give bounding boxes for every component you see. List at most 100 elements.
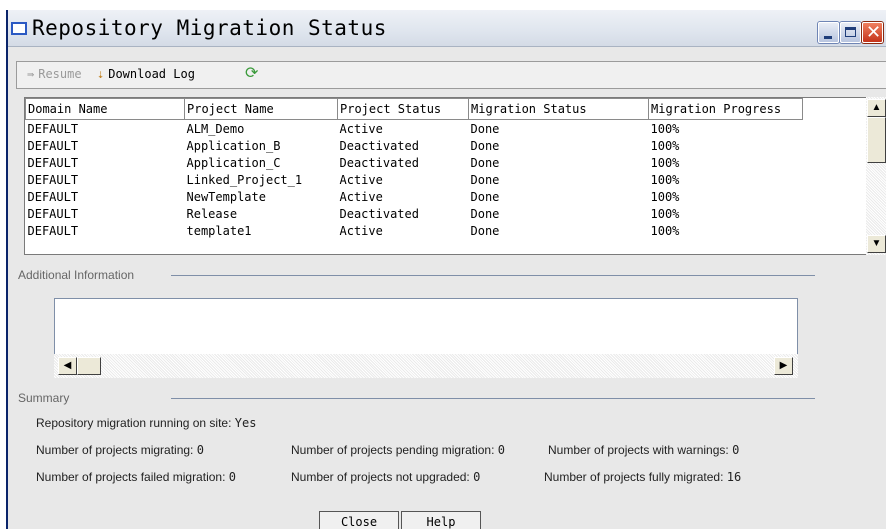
arrow-up-icon: ▲	[871, 102, 882, 113]
running-value: Yes	[234, 416, 257, 430]
cell-migration-status: Done	[470, 223, 500, 238]
arrow-down-icon: ▼	[871, 238, 882, 249]
cell-project-status: Active	[339, 223, 383, 238]
not-upgraded-label: Number of projects not upgraded:	[291, 470, 470, 484]
column-header-project[interactable]: Project Name	[184, 98, 338, 120]
horizontal-scroll-thumb[interactable]	[77, 357, 101, 375]
info-horizontal-scrollbar[interactable]: ◀ ▶	[54, 354, 798, 378]
cell-domain: DEFAULT	[27, 223, 79, 238]
window-title: Repository Migration Status	[32, 16, 387, 40]
cell-progress: 100%	[650, 155, 680, 170]
scroll-thumb[interactable]	[867, 117, 886, 163]
fully-migrated-value: 16	[726, 470, 742, 484]
migrating-value: 0	[196, 443, 204, 457]
toolbar: ⇛ Resume ⇣ Download Log ⟳	[16, 61, 886, 89]
projects-with-warnings: Number of projects with warnings: 0	[548, 443, 739, 457]
cell-project-status: Active	[339, 121, 383, 136]
cell-project: template1	[186, 223, 252, 238]
cell-migration-status: Done	[470, 138, 500, 153]
cell-domain: DEFAULT	[27, 155, 79, 170]
migrating-label: Number of projects migrating:	[36, 443, 194, 457]
projects-pending: Number of projects pending migration: 0	[291, 443, 505, 457]
cell-progress: 100%	[650, 189, 680, 204]
additional-info-divider	[171, 275, 815, 276]
cell-project-status: Active	[339, 172, 383, 187]
cell-progress: 100%	[650, 172, 680, 187]
cell-progress: 100%	[650, 138, 680, 153]
cell-migration-status: Done	[470, 155, 500, 170]
download-log-button[interactable]: ⇣ Download Log	[97, 67, 195, 81]
column-header-migration-status[interactable]: Migration Status	[468, 98, 649, 120]
cell-project: Release	[186, 206, 238, 221]
table-row[interactable]: DEFAULT Application_C Deactivated Done 100%	[26, 154, 803, 171]
failed-value: 0	[228, 470, 236, 484]
cell-migration-status: Done	[470, 189, 500, 204]
column-header-domain[interactable]: Domain Name	[25, 98, 185, 120]
column-header-migration-progress[interactable]: Migration Progress	[648, 98, 803, 120]
projects-table: Domain Name Project Name Project Status …	[24, 97, 886, 255]
table-header-row: Domain Name Project Name Project Status …	[25, 98, 803, 120]
projects-fully-migrated: Number of projects fully migrated: 16	[544, 470, 741, 484]
cell-domain: DEFAULT	[27, 206, 79, 221]
cell-domain: DEFAULT	[27, 121, 79, 136]
cell-project: Application_B	[186, 138, 281, 153]
cell-project-status: Active	[339, 189, 383, 204]
scroll-up-button[interactable]: ▲	[867, 99, 886, 117]
cell-project-status: Deactivated	[339, 138, 419, 153]
fully-migrated-label: Number of projects fully migrated:	[544, 470, 724, 484]
migration-status-window: Repository Migration Status ✕ ⇛ Resume ⇣ D…	[6, 10, 886, 529]
close-icon: ✕	[866, 22, 882, 43]
running-on-site: Repository migration running on site: Ye…	[36, 416, 256, 430]
scroll-right-button[interactable]: ▶	[774, 357, 793, 375]
warnings-value: 0	[732, 443, 740, 457]
close-button[interactable]: Close	[319, 511, 399, 529]
cell-migration-status: Done	[470, 121, 500, 136]
column-header-project-status[interactable]: Project Status	[337, 98, 469, 120]
cell-progress: 100%	[650, 121, 680, 136]
close-window-button[interactable]: ✕	[862, 22, 883, 43]
cell-project: Application_C	[186, 155, 281, 170]
download-log-icon: ⇣	[97, 67, 105, 81]
table-row[interactable]: DEFAULT NewTemplate Active Done 100%	[26, 188, 803, 205]
cell-project: NewTemplate	[186, 189, 266, 204]
cell-project-status: Deactivated	[339, 206, 419, 221]
warnings-label: Number of projects with warnings:	[548, 443, 729, 457]
cell-project: Linked_Project_1	[186, 172, 303, 187]
refresh-icon: ⟳	[245, 63, 259, 82]
cell-domain: DEFAULT	[27, 172, 79, 187]
refresh-button[interactable]: ⟳	[245, 63, 258, 82]
minimize-button[interactable]	[818, 22, 839, 43]
projects-not-upgraded: Number of projects not upgraded: 0	[291, 470, 480, 484]
arrow-left-icon: ◀	[63, 360, 72, 371]
cell-migration-status: Done	[470, 172, 500, 187]
cell-domain: DEFAULT	[27, 189, 79, 204]
failed-label: Number of projects failed migration:	[36, 470, 226, 484]
pending-label: Number of projects pending migration:	[291, 443, 495, 457]
scroll-left-button[interactable]: ◀	[58, 357, 77, 375]
running-label: Repository migration running on site:	[36, 416, 232, 430]
maximize-button[interactable]	[840, 22, 861, 43]
table-row[interactable]: DEFAULT ALM_Demo Active Done 100%	[26, 120, 803, 138]
resume-button[interactable]: ⇛ Resume	[27, 67, 82, 81]
play-icon: ⇛	[27, 67, 35, 81]
arrow-right-icon: ▶	[779, 360, 788, 371]
help-button[interactable]: Help	[401, 511, 481, 529]
title-bar[interactable]: Repository Migration Status ✕	[8, 10, 886, 47]
table-vertical-scrollbar[interactable]: ▲ ▼	[866, 97, 886, 255]
summary-label: Summary	[18, 391, 70, 405]
additional-info-label: Additional Information	[18, 268, 135, 282]
table-row[interactable]: DEFAULT Linked_Project_1 Active Done 100%	[26, 171, 803, 188]
table-row[interactable]: DEFAULT Application_B Deactivated Done 100%	[26, 137, 803, 154]
cell-domain: DEFAULT	[27, 138, 79, 153]
window-icon	[11, 22, 27, 35]
cell-migration-status: Done	[470, 206, 500, 221]
table-row[interactable]: DEFAULT template1 Active Done 100%	[26, 222, 803, 239]
resume-label: Resume	[38, 67, 82, 81]
cell-project: ALM_Demo	[186, 121, 245, 136]
summary-divider	[171, 398, 815, 399]
cell-progress: 100%	[650, 206, 680, 221]
not-upgraded-value: 0	[473, 470, 481, 484]
pending-value: 0	[497, 443, 506, 457]
table-row[interactable]: DEFAULT Release Deactivated Done 100%	[26, 205, 803, 222]
scroll-down-button[interactable]: ▼	[867, 235, 886, 253]
